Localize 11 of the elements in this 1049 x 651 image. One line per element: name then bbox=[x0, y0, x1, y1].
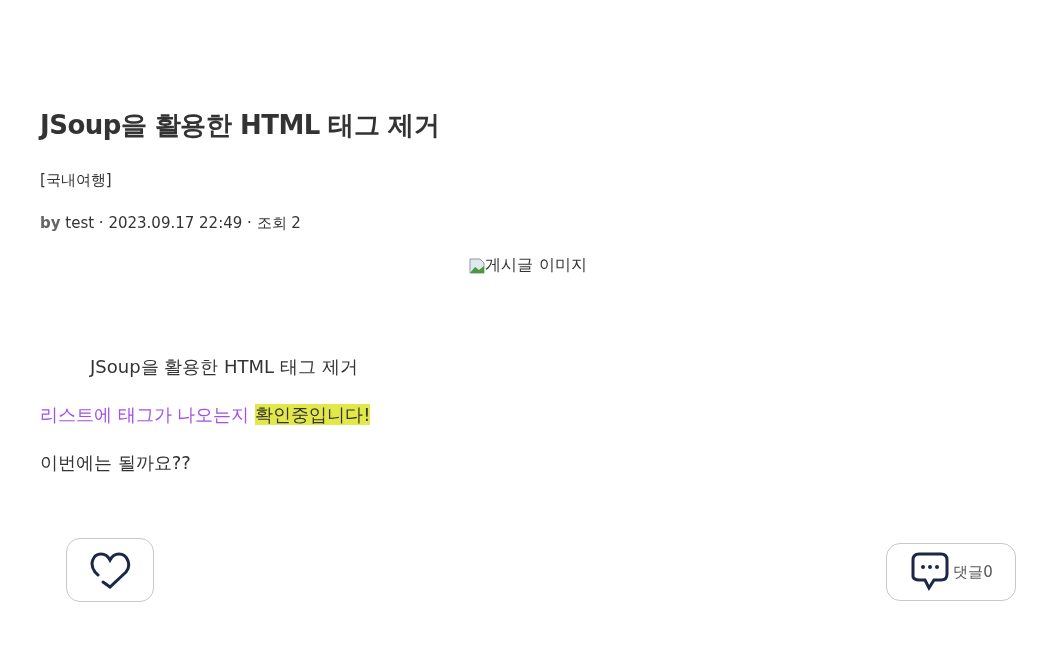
body-paragraph: 리스트에 태그가 나오는지 확인중입니다! bbox=[40, 403, 372, 427]
broken-image-icon bbox=[469, 257, 486, 274]
post-title: JSoup을 활용한 HTML 태그 제거 bbox=[40, 109, 441, 142]
like-button[interactable] bbox=[66, 538, 154, 602]
body-paragraph: JSoup을 활용한 HTML 태그 제거 bbox=[88, 355, 359, 379]
image-alt-text: 게시글 이미지 bbox=[485, 255, 587, 276]
post-category: [국내여행] bbox=[40, 171, 113, 190]
body-paragraph: 이번에는 될까요?? bbox=[40, 451, 192, 475]
post-meta: by test · 2023.09.17 22:49 · 조회 2 bbox=[40, 214, 302, 233]
speech-bubble-icon bbox=[909, 552, 952, 592]
comments-button[interactable]: 댓글0 bbox=[886, 543, 1016, 601]
